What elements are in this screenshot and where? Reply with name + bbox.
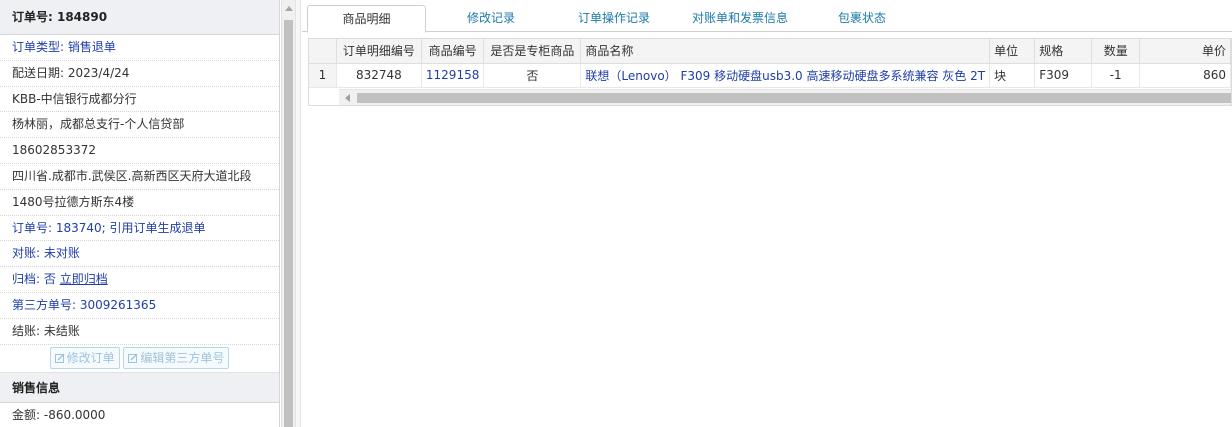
- order-actions: 修改订单 编辑第三方单号: [0, 345, 279, 373]
- edit-icon: [128, 353, 138, 363]
- cell-spec: F309: [1034, 63, 1092, 88]
- grid-horizontal-scrollbar[interactable]: [339, 89, 1231, 105]
- cell-unit-price: 860: [1139, 63, 1231, 88]
- order-number-header: 订单号: 184890: [0, 0, 279, 35]
- col-header-rownum: [309, 39, 337, 64]
- edit-third-party-button[interactable]: 编辑第三方单号: [123, 346, 230, 369]
- tab-statement-invoice[interactable]: 对账单和发票信息: [680, 5, 800, 32]
- col-header-unit-price[interactable]: 单价: [1139, 39, 1231, 64]
- cell-detail-id: 832748: [336, 63, 422, 88]
- address-line-1: 四川省.成都市.武侯区.高新西区天府大道北段: [0, 164, 279, 190]
- archive-value: 否: [43, 272, 56, 287]
- col-header-counter-product[interactable]: 是否是专柜商品: [483, 39, 582, 64]
- edit-order-label: 修改订单: [66, 350, 115, 365]
- col-header-product-name[interactable]: 商品名称: [580, 39, 991, 64]
- third-party-number: 第三方单号: 3009261365: [0, 293, 279, 319]
- archive-label: 归档:: [12, 272, 44, 287]
- panel-splitter[interactable]: [295, 0, 301, 427]
- col-header-product-id[interactable]: 商品编号: [421, 39, 485, 64]
- customer-contact: 杨林丽，成都总支行-个人信贷部: [0, 112, 279, 139]
- edit-third-party-label: 编辑第三方单号: [140, 350, 225, 365]
- sales-amount: 金额: -860.0000: [12, 407, 106, 422]
- tab-order-operations[interactable]: 订单操作记录: [559, 5, 669, 32]
- col-header-quantity[interactable]: 数量: [1091, 39, 1141, 64]
- detail-panel: 商品明细 修改记录 订单操作记录 对账单和发票信息 包裹状态 订单明细编号 商品…: [302, 0, 1232, 427]
- customer-phone: 18602853372: [0, 138, 279, 164]
- tab-product-details[interactable]: 商品明细: [307, 5, 426, 33]
- col-header-unit[interactable]: 单位: [989, 39, 1036, 64]
- row-number: 1: [309, 63, 337, 88]
- tab-package-status[interactable]: 包裹状态: [812, 5, 912, 32]
- address-line-2: 1480号拉德方斯东4楼: [0, 190, 279, 216]
- cell-unit: 块: [989, 63, 1036, 88]
- scroll-up-arrow-icon[interactable]: [285, 6, 293, 11]
- order-type: 订单类型: 销售退单: [0, 35, 279, 61]
- tab-bar: 商品明细 修改记录 订单操作记录 对账单和发票信息 包裹状态: [302, 0, 1232, 33]
- delivery-date: 配送日期: 2023/4/24: [0, 61, 279, 87]
- cell-product-id-link[interactable]: 1129158: [421, 63, 485, 88]
- left-panel-scrollbar[interactable]: [281, 0, 295, 427]
- scroll-left-arrow-icon[interactable]: [345, 94, 350, 102]
- edit-order-button[interactable]: 修改订单: [49, 346, 120, 369]
- reconcile-status: 对账: 未对账: [0, 241, 279, 268]
- edit-icon: [54, 353, 65, 363]
- archive-now-link[interactable]: 立即归档: [60, 272, 108, 286]
- archive-status: 归档: 否 立即归档: [0, 267, 279, 293]
- product-table: 订单明细编号 商品编号 是否是专柜商品 商品名称 单位 规格 数量 单价 1 8…: [309, 39, 1231, 88]
- reference-order: 订单号: 183740; 引用订单生成退单: [0, 216, 279, 242]
- settle-status: 结账: 未结账: [0, 319, 279, 345]
- cell-quantity: -1: [1091, 63, 1141, 88]
- scrollbar-thumb[interactable]: [284, 20, 293, 427]
- col-header-spec[interactable]: 规格: [1034, 39, 1092, 64]
- cell-counter-product: 否: [483, 63, 582, 88]
- order-detail-window: 订单号: 184890 订单类型: 销售退单 配送日期: 2023/4/24 K…: [0, 0, 1232, 427]
- customer-org: KBB-中信银行成都分行: [0, 87, 279, 113]
- sales-info-header: 销售信息: [0, 372, 279, 403]
- table-header-row: 订单明细编号 商品编号 是否是专柜商品 商品名称 单位 规格 数量 单价: [309, 39, 1231, 64]
- grid-scrollbar-thumb[interactable]: [357, 93, 1231, 103]
- cell-product-name-link[interactable]: 联想（Lenovo） F309 移动硬盘usb3.0 高速移动硬盘多系统兼容 灰…: [580, 63, 991, 88]
- order-info-panel: 订单号: 184890 订单类型: 销售退单 配送日期: 2023/4/24 K…: [0, 0, 280, 427]
- tab-edit-history[interactable]: 修改记录: [437, 5, 545, 32]
- product-grid: 订单明细编号 商品编号 是否是专柜商品 商品名称 单位 规格 数量 单价 1 8…: [308, 38, 1232, 106]
- table-row[interactable]: 1 832748 1129158 否 联想（Lenovo） F309 移动硬盘u…: [309, 63, 1231, 88]
- col-header-detail-id[interactable]: 订单明细编号: [336, 39, 422, 64]
